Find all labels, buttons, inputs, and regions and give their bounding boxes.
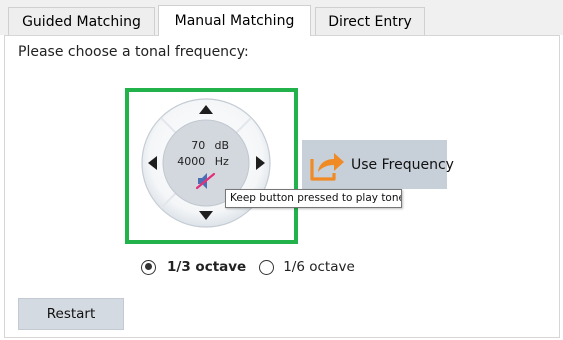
tab-strip: Guided Matching Manual Matching Direct E… [0, 0, 563, 36]
octave-radio-group: 1/3 octave 1/6 octave [141, 257, 355, 277]
frequency-readout: 4000 Hz [140, 154, 272, 170]
level-down-arrow-icon[interactable] [199, 211, 213, 220]
tab-direct-entry[interactable]: Direct Entry [315, 7, 425, 35]
radio-third-octave[interactable] [141, 259, 156, 275]
play-tone-tooltip: Keep button pressed to play tone [225, 189, 402, 208]
radio-sixth-octave[interactable] [259, 259, 275, 275]
level-readout: 70 dB [140, 138, 272, 154]
frequency-value: 4000 [177, 155, 206, 168]
instruction-text: Please choose a tonal frequency: [18, 44, 249, 60]
tab-guided-matching[interactable]: Guided Matching [8, 7, 155, 35]
manual-matching-window: Guided Matching Manual Matching Direct E… [0, 0, 563, 340]
radio-sixth-octave-label[interactable]: 1/6 octave [283, 259, 355, 275]
tab-manual-matching[interactable]: Manual Matching [158, 5, 311, 36]
level-up-arrow-icon[interactable] [199, 105, 213, 114]
level-unit: dB [214, 139, 230, 152]
level-value: 70 [191, 139, 206, 152]
share-arrow-icon [310, 152, 344, 181]
restart-button[interactable]: Restart [18, 298, 124, 330]
speaker-muted-icon[interactable] [195, 170, 217, 192]
dial-readout: 70 dB 4000 Hz [140, 138, 272, 170]
use-frequency-label: Use Frequency [351, 156, 454, 173]
use-frequency-button[interactable]: Use Frequency [302, 140, 454, 189]
frequency-unit: Hz [214, 155, 229, 168]
radio-third-octave-label[interactable]: 1/3 octave [167, 259, 246, 275]
